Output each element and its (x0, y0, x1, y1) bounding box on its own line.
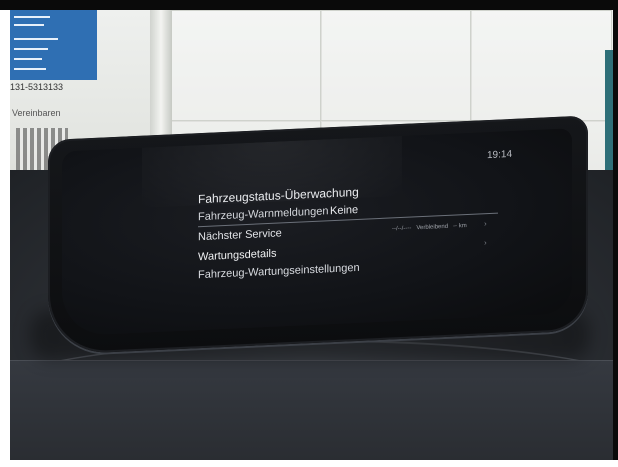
wall-panel (170, 10, 322, 122)
infotainment-screen-bezel: 19:14 Fahrzeugstatus-Überwachung Fahrzeu… (48, 115, 588, 355)
sign-text-line (14, 16, 50, 18)
menu-item-label: Nächster Service (198, 227, 282, 244)
sign-text-line (14, 68, 46, 70)
teal-wall-strip (605, 50, 613, 170)
clock: 19:14 (487, 148, 513, 162)
sign-text-line (14, 58, 42, 60)
dashboard-lower-surface (10, 360, 613, 460)
right-border (613, 0, 618, 467)
top-border (0, 0, 618, 10)
sign-appointment-text: Vereinbaren (12, 108, 61, 118)
service-distance: -- km (453, 222, 467, 230)
service-date: --/--/---- (392, 225, 412, 233)
chevron-right-icon: › (484, 238, 487, 248)
chevron-right-icon: › (484, 219, 487, 229)
sign-text-line (14, 48, 48, 50)
service-remaining-label: Verbleibend (416, 223, 449, 232)
wall-panel (470, 10, 612, 122)
wall-panel (320, 10, 472, 122)
infotainment-display: 19:14 Fahrzeugstatus-Überwachung Fahrzeu… (62, 128, 572, 337)
car-interior-photo: 131-5313133 Vereinbaren 19:14 Fahrzeugst… (10, 10, 613, 460)
next-service-value: --/--/---- Verbleibend -- km (392, 223, 467, 232)
sign-phone-number: 131-5313133 (10, 82, 64, 92)
warnings-value: Keine (330, 203, 359, 218)
sign-text-line (14, 38, 58, 40)
blue-info-sign (10, 10, 97, 80)
bottom-border (0, 460, 618, 467)
sign-text-line (14, 24, 44, 26)
menu-item-label: Wartungsdetails (198, 247, 277, 264)
menu-item-label: Fahrzeug-Wartungseinstellungen (198, 261, 360, 282)
